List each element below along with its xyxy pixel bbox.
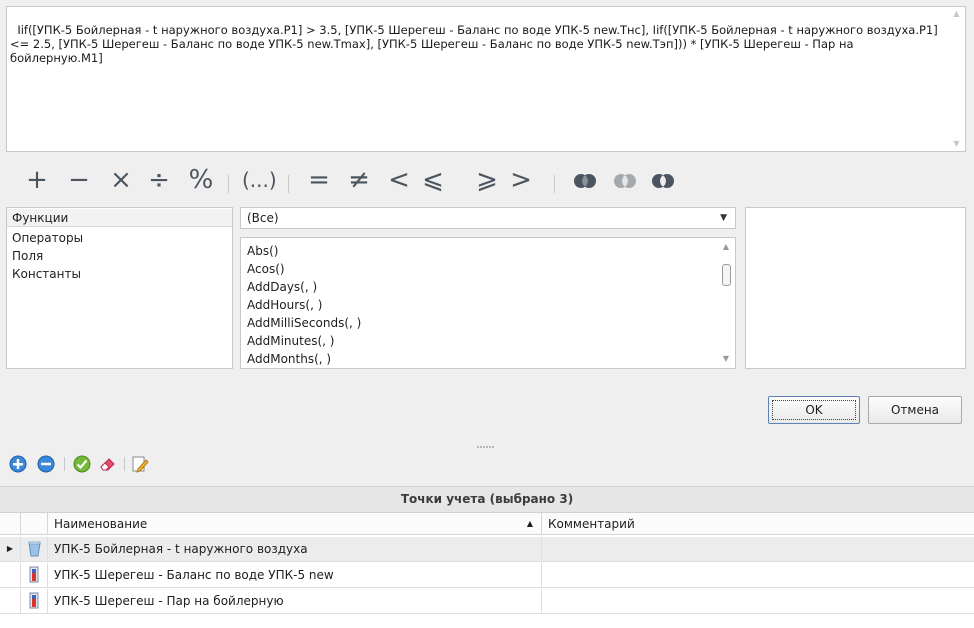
separator [554, 175, 555, 193]
greater-or-equal-button[interactable]: ⩾ [474, 162, 500, 198]
list-item[interactable]: Acos() [247, 260, 285, 278]
row-indicator-header [0, 513, 21, 535]
edit-icon[interactable] [130, 454, 150, 474]
icon-column-header [21, 513, 48, 535]
eraser-icon[interactable] [98, 454, 118, 474]
expression-editor[interactable]: Iif([УПК-5 Бойлерная - t наружного возду… [6, 6, 966, 152]
separator [288, 175, 289, 193]
divide-button[interactable]: ÷ [146, 162, 172, 198]
column-header-comment[interactable]: Комментарий [542, 513, 974, 535]
row-indicator-icon: ▶ [0, 537, 21, 561]
category-functions[interactable]: Функции [7, 209, 232, 227]
list-item[interactable]: AddMinutes(, ) [247, 332, 334, 350]
thermometer-icon [21, 589, 48, 613]
not-equal-button[interactable]: ≠ [346, 162, 372, 198]
row-name: УПК-5 Шерегеш - Баланс по воде УПК-5 new [48, 563, 542, 587]
row-indicator [0, 589, 21, 613]
sort-asc-icon: ▲ [526, 519, 533, 528]
scroll-up-arrow-icon[interactable]: ▲ [719, 240, 733, 254]
category-fields[interactable]: Поля [7, 247, 232, 265]
column-header-comment-label: Комментарий [548, 517, 635, 531]
scroll-up-arrow-icon[interactable]: ▲ [948, 7, 965, 21]
list-item[interactable]: AddMonths(, ) [247, 350, 331, 368]
table-row[interactable]: УПК-5 Шерегеш - Пар на бойлерную [0, 589, 974, 614]
logical-and-icon[interactable] [572, 173, 598, 189]
metering-points-grid: Точки учета (выбрано 3) Наименование ▲ К… [0, 486, 974, 628]
column-header-name-label: Наименование [54, 517, 148, 531]
row-name: УПК-5 Шерегеш - Пар на бойлерную [48, 589, 542, 613]
row-indicator [0, 563, 21, 587]
equals-button[interactable]: = [306, 162, 332, 198]
function-description-panel [745, 207, 966, 369]
category-list: Функции Операторы Поля Константы [6, 207, 233, 369]
check-icon[interactable] [72, 454, 92, 474]
minus-button[interactable]: − [66, 162, 92, 198]
list-item[interactable]: Abs() [247, 242, 278, 260]
function-list: Abs() Acos() AddDays(, ) AddHours(, ) Ad… [240, 237, 736, 369]
table-row[interactable]: ▶ УПК-5 Бойлерная - t наружного воздуха [0, 537, 974, 562]
grid-title: Точки учета (выбрано 3) [0, 486, 974, 513]
chevron-down-icon: ▼ [720, 213, 727, 223]
table-row[interactable]: УПК-5 Шерегеш - Баланс по воде УПК-5 new [0, 563, 974, 588]
filter-selected-value: (Все) [247, 211, 279, 225]
row-name: УПК-5 Бойлерная - t наружного воздуха [48, 537, 542, 561]
row-comment [542, 537, 974, 561]
column-header-name[interactable]: Наименование ▲ [48, 513, 542, 535]
function-filter-dropdown[interactable]: (Все) ▼ [240, 207, 736, 229]
scroll-down-arrow-icon[interactable]: ▼ [719, 352, 733, 366]
focus-rectangle [772, 400, 856, 420]
scroll-thumb[interactable] [722, 264, 731, 286]
parentheses-button[interactable]: (...) [242, 162, 277, 198]
separator [228, 175, 229, 193]
logical-or-icon[interactable] [612, 173, 638, 189]
logical-not-icon[interactable] [650, 173, 676, 189]
row-comment [542, 563, 974, 587]
modulo-button[interactable]: % [186, 162, 216, 198]
thermometer-icon [21, 563, 48, 587]
add-icon[interactable] [8, 454, 28, 474]
list-item[interactable]: AddMilliSeconds(, ) [247, 314, 361, 332]
ok-button[interactable]: OK [768, 396, 860, 424]
separator [124, 457, 125, 471]
row-comment [542, 589, 974, 613]
separator [64, 457, 65, 471]
list-item[interactable]: AddHours(, ) [247, 296, 322, 314]
cancel-button[interactable]: Отмена [868, 396, 962, 424]
splitter-handle[interactable] [477, 437, 497, 448]
operator-toolbar: + − × ÷ % (...) = ≠ < ⩽ ⩾ > [24, 162, 724, 198]
bucket-icon [21, 537, 48, 561]
expression-scrollbar[interactable]: ▲ ▼ [948, 7, 965, 151]
list-item[interactable]: AddDays(, ) [247, 278, 317, 296]
less-than-button[interactable]: < [386, 162, 412, 198]
less-or-equal-button[interactable]: ⩽ [420, 162, 446, 198]
category-operators[interactable]: Операторы [7, 229, 232, 247]
scroll-down-arrow-icon[interactable]: ▼ [948, 137, 965, 151]
greater-than-button[interactable]: > [508, 162, 534, 198]
remove-icon[interactable] [36, 454, 56, 474]
function-list-scrollbar[interactable]: ▲ ▼ [719, 240, 733, 366]
cancel-label: Отмена [890, 403, 940, 417]
plus-button[interactable]: + [24, 162, 50, 198]
multiply-button[interactable]: × [108, 162, 134, 198]
expression-text: Iif([УПК-5 Бойлерная - t наружного возду… [10, 23, 942, 65]
category-constants[interactable]: Константы [7, 265, 232, 283]
